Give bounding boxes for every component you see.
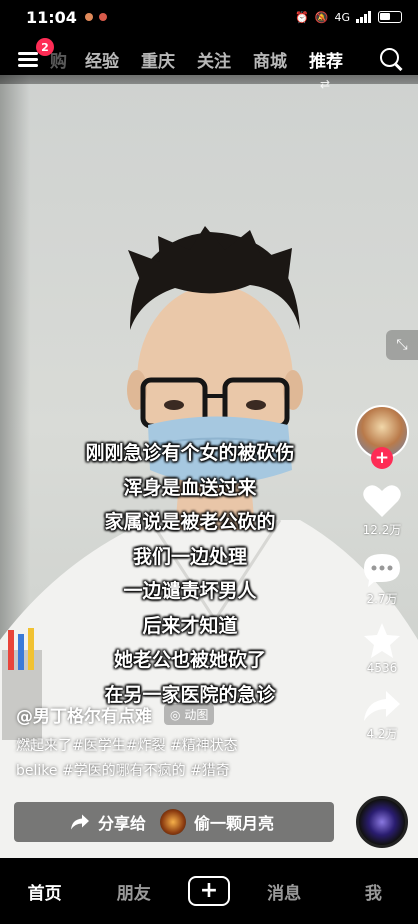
network-label: 4G [334, 10, 350, 24]
subtitle-line: 刚刚急诊有个女的被砍伤 [85, 442, 295, 464]
notification-icon [98, 13, 107, 21]
post-caption[interactable]: 燃起来了#医学生#炸裂 #精神状态 belike #学医的哪有不疯的 #猎奇 [16, 734, 336, 784]
caption-line: 燃起来了#医学生#炸裂 #精神状态 [16, 738, 238, 754]
subtitle-line: 后来才知道 [142, 614, 238, 637]
battery-icon [378, 11, 402, 23]
menu-icon[interactable]: 2 [18, 38, 54, 68]
fullscreen-icon[interactable]: ⤡ [386, 330, 418, 360]
bottom-navigation: 首页 朋友 + 消息 我 [0, 858, 418, 924]
share-arrow-icon [71, 814, 89, 830]
notification-icon [84, 13, 93, 21]
subtitle-line: 家属说是被老公砍的 [104, 511, 276, 533]
tab-mall[interactable]: 商城 [242, 47, 298, 72]
comment-button[interactable]: 2.7万 [362, 552, 402, 607]
follow-button[interactable]: + [371, 447, 393, 469]
like-count: 12.2万 [362, 523, 402, 537]
heart-icon [363, 485, 401, 517]
mute-icon: 🔕 [314, 10, 329, 24]
tab-following[interactable]: 关注 [186, 47, 242, 72]
star-icon [364, 623, 400, 658]
nav-me[interactable]: 我 [338, 879, 408, 904]
nav-home[interactable]: 首页 [10, 879, 80, 904]
comment-count: 2.7万 [366, 592, 398, 606]
anim-tag: ◎ 动图 [164, 704, 215, 725]
alarm-icon: ⏰ [295, 10, 309, 24]
tab-chongqing[interactable]: 重庆 [130, 47, 186, 72]
top-navigation: 2 购 经验 重庆 关注 商城 推荐 [0, 34, 418, 84]
anim-tag-label: 动图 [184, 708, 209, 722]
tab-shopping[interactable]: 购 [50, 47, 74, 72]
status-indicators: ⏰ 🔕 4G [295, 11, 402, 24]
subtitle-line: 我们一边处理 [132, 545, 247, 568]
gif-icon: ◎ [170, 708, 181, 722]
like-button[interactable]: 12.2万 [362, 483, 402, 538]
feed-tabs: 购 经验 重庆 关注 商城 推荐 [50, 47, 378, 72]
status-time: 11:04 [26, 7, 77, 27]
switch-icon: ⇄ [320, 77, 331, 91]
subtitle-line: 一边谴责坏男人 [123, 580, 257, 602]
notification-icons [84, 13, 107, 21]
caption-line: belike #学医的哪有不疯的 #猎奇 [16, 763, 230, 779]
share-label: 分享给 [98, 814, 147, 833]
create-post-button[interactable]: + [187, 876, 230, 906]
share-bar[interactable]: 分享给 偷一颗月亮 [14, 802, 334, 842]
share-count: 4.2万 [366, 727, 398, 741]
music-disc-icon[interactable] [356, 796, 408, 848]
menu-badge: 2 [36, 38, 54, 56]
post-author-row: @男丁格尔有点难 ◎ 动图 [16, 702, 215, 727]
share-target-avatar [160, 809, 187, 835]
comment-icon [364, 554, 400, 587]
tab-recommended[interactable]: 推荐 [298, 47, 354, 72]
nav-friends[interactable]: 朋友 [99, 879, 169, 904]
author-name[interactable]: @男丁格尔有点难 [16, 702, 152, 727]
share-target-name: 偷一颗月亮 [194, 814, 275, 833]
signal-icon [356, 11, 371, 23]
tab-experience[interactable]: 经验 [74, 47, 130, 72]
favorite-button[interactable]: 4536 [362, 621, 402, 675]
nav-messages[interactable]: 消息 [249, 879, 319, 904]
status-bar: 11:04 ⏰ 🔕 4G [0, 0, 418, 34]
side-action-rail: + 12.2万 2.7万 4536 4.2万 [352, 405, 412, 742]
share-button[interactable]: 4.2万 [362, 689, 402, 742]
subtitle-line: 浑身是血送过来 [123, 476, 257, 499]
video-feed[interactable]: 11:04 ⏰ 🔕 4G 2 购 经验 重庆 关注 商城 推荐 ⇄ ⤡ 刚刚急诊… [0, 0, 418, 924]
favorite-count: 4536 [366, 661, 398, 675]
search-icon[interactable] [378, 46, 404, 72]
subtitle-line: 她老公也被她砍了 [113, 649, 266, 671]
video-subtitles: 刚刚急诊有个女的被砍伤 浑身是血送过来 家属说是被老公砍的 我们一边处理 一边谴… [30, 436, 350, 712]
share-icon [364, 691, 400, 721]
